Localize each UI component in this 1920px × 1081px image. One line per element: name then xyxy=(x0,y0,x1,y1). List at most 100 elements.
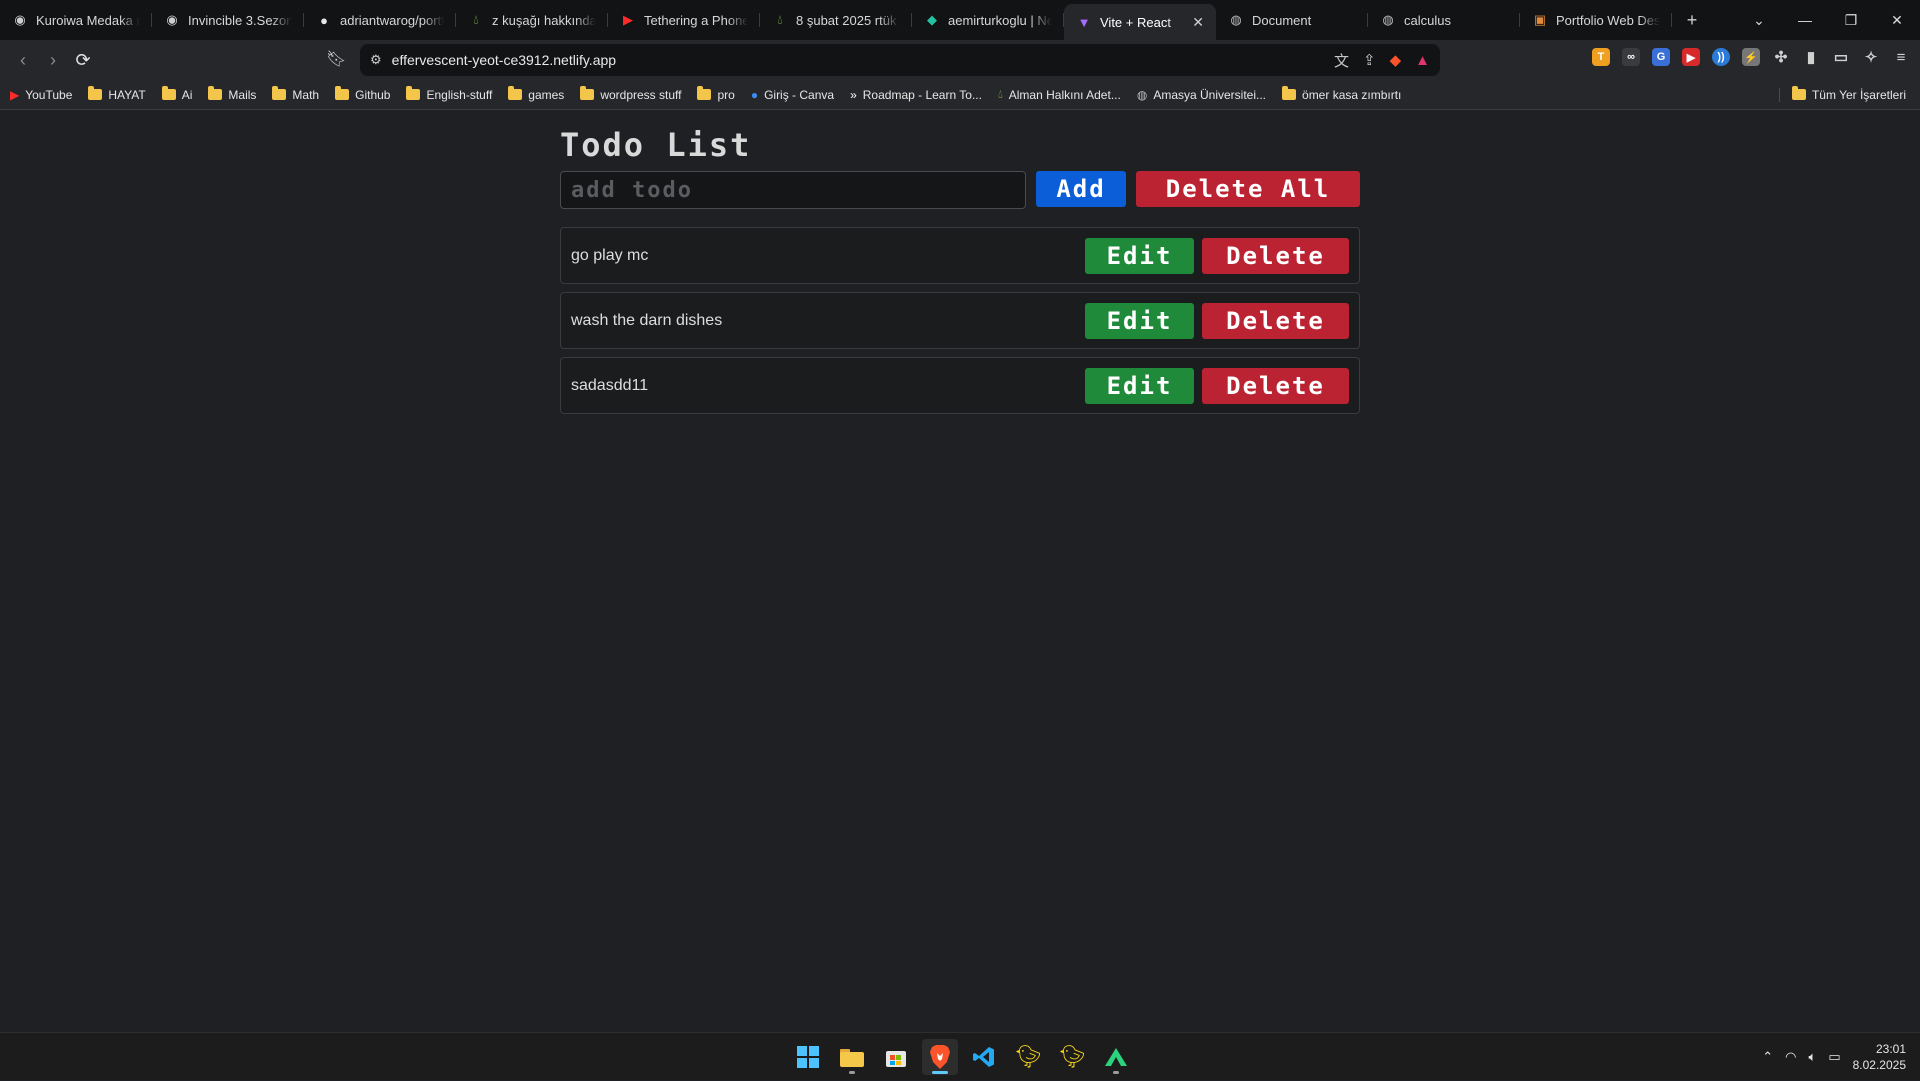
brave-shields-icon[interactable]: ◆ xyxy=(1390,51,1402,69)
folder-icon xyxy=(208,86,223,100)
close-tab-icon[interactable]: ✕ xyxy=(1192,14,1204,31)
all-bookmarks-folder[interactable]: Tüm Yer İşaretleri xyxy=(1778,86,1920,102)
volume-icon[interactable]: 🔈︎ xyxy=(1809,1049,1817,1065)
browser-tab[interactable]: ● adriantwarog/portf xyxy=(304,0,456,40)
share-icon[interactable]: ⇪ xyxy=(1363,51,1376,69)
bookmark-item[interactable]: ömer kasa zımbırtı xyxy=(1282,86,1402,102)
bookmark-item[interactable]: Ai xyxy=(161,86,193,102)
youtube-icon: ▶ xyxy=(623,12,633,27)
browser-tab[interactable]: ◆ aemirturkoglu | Net xyxy=(912,0,1064,40)
duck-app-button[interactable]: 🐤︎ xyxy=(1054,1039,1090,1075)
add-todo-input[interactable] xyxy=(560,171,1026,209)
edit-button[interactable]: Edit xyxy=(1085,302,1194,339)
delete-button[interactable]: Delete xyxy=(1202,367,1349,404)
vscode-button[interactable] xyxy=(966,1039,1002,1075)
translate-extension-icon[interactable]: G xyxy=(1652,48,1670,66)
minimize-button[interactable]: — xyxy=(1782,0,1828,40)
browser-tab[interactable]: ◍ calculus xyxy=(1368,0,1520,40)
delete-button[interactable]: Delete xyxy=(1202,237,1349,274)
github-icon: ● xyxy=(320,12,328,28)
clock-time: 23:01 xyxy=(1875,1042,1906,1056)
vscode-icon xyxy=(973,1047,994,1067)
sidebar-icon[interactable]: ▮ xyxy=(1802,48,1820,66)
folder-icon xyxy=(508,86,523,100)
show-hidden-icons-icon[interactable]: ⌃ xyxy=(1762,1049,1773,1065)
todo-item: wash the darn dishes Edit Delete xyxy=(560,292,1360,349)
bookmark-label: ömer kasa zımbırtı xyxy=(1302,87,1402,102)
youtube-icon: ▶ xyxy=(10,87,20,102)
bookmark-item[interactable]: wordpress stuff xyxy=(580,86,681,102)
bookmark-item[interactable]: Github xyxy=(335,86,390,102)
brave-browser-button[interactable] xyxy=(922,1039,958,1075)
translate-icon[interactable]: 文 xyxy=(1334,50,1349,71)
extension-icon[interactable]: ∞ xyxy=(1622,48,1640,66)
wifi-icon[interactable]: ◠ xyxy=(1785,1049,1796,1065)
vpn-app-button[interactable] xyxy=(1098,1039,1134,1075)
extension-icon[interactable]: ⚡ xyxy=(1742,48,1760,66)
browser-tab[interactable]: ◉ Invincible 3.Sezon 3 xyxy=(152,0,304,40)
globe-icon: ◍ xyxy=(1136,87,1148,102)
browser-tab[interactable]: ◍ Document xyxy=(1216,0,1368,40)
bookmark-item[interactable]: English-stuff xyxy=(406,86,492,102)
site-settings-icon[interactable]: ⚙︎ xyxy=(370,52,382,68)
add-button[interactable]: Add xyxy=(1036,171,1126,207)
netlify-icon: ◆ xyxy=(927,12,937,27)
file-explorer-button[interactable] xyxy=(834,1039,870,1075)
windows-taskbar: 🐤︎ 🐤︎ ⌃ ◠ 🔈︎ ▭ 23:01 8.02.2025 xyxy=(0,1032,1920,1080)
wallet-icon[interactable]: ▭ xyxy=(1832,48,1850,66)
browser-tab-strip: ◉ Kuroiwa Medaka ni ◉ Invincible 3.Sezon 3 ●… xyxy=(0,0,1920,40)
bookmark-page-icon[interactable]: 🔖︎ xyxy=(326,49,346,69)
delete-all-button[interactable]: Delete All xyxy=(1136,171,1360,207)
browser-tab[interactable]: 💧︎ z kuşağı hakkında n xyxy=(456,0,608,40)
start-button[interactable] xyxy=(790,1039,826,1075)
bookmark-label: HAYAT xyxy=(108,87,146,102)
extension-icon[interactable]: )) xyxy=(1712,48,1730,66)
bookmark-item[interactable]: ● Giriş - Canva xyxy=(751,88,834,102)
bookmark-item[interactable]: pro xyxy=(697,86,735,102)
clock[interactable]: 23:01 8.02.2025 xyxy=(1853,1041,1906,1073)
bookmark-label: Ai xyxy=(181,87,193,102)
folder-icon xyxy=(161,86,176,100)
bookmark-item[interactable]: games xyxy=(508,86,564,102)
bookmark-item[interactable]: Math xyxy=(272,86,320,102)
edit-button[interactable]: Edit xyxy=(1085,367,1194,404)
tab-label: adriantwarog/portf xyxy=(340,12,444,28)
browser-tab[interactable]: 💧︎ 8 şubat 2025 rtük b xyxy=(760,0,912,40)
windows-icon xyxy=(797,1046,819,1068)
browser-tab[interactable]: ▣ Portfolio Web Desi xyxy=(1520,0,1672,40)
youtube-extension-icon[interactable]: ▶ xyxy=(1682,48,1700,66)
bookmark-item[interactable]: » Roadmap - Learn To... xyxy=(850,88,982,102)
todo-item: go play mc Edit Delete xyxy=(560,227,1360,284)
duck-app-button[interactable]: 🐤︎ xyxy=(1010,1039,1046,1075)
brave-icon xyxy=(930,1045,950,1069)
extensions-puzzle-icon[interactable]: ✣ xyxy=(1772,48,1790,66)
browser-tab[interactable]: ◉ Kuroiwa Medaka ni xyxy=(0,0,152,40)
extension-icon[interactable]: T xyxy=(1592,48,1610,66)
delete-button[interactable]: Delete xyxy=(1202,302,1349,339)
menu-icon[interactable]: ≡ xyxy=(1892,48,1910,66)
bookmark-label: Math xyxy=(292,87,320,102)
microsoft-store-button[interactable] xyxy=(878,1039,914,1075)
brave-rewards-icon[interactable]: ▲ xyxy=(1415,52,1430,69)
address-bar[interactable]: ⚙︎ effervescent-yeot-ce3912.netlify.app … xyxy=(360,44,1440,76)
browser-tab[interactable]: ▶ Tethering a Phone t xyxy=(608,0,760,40)
bookmark-item[interactable]: Mails xyxy=(208,86,256,102)
close-window-button[interactable]: ✕ xyxy=(1874,0,1920,40)
tab-label: Invincible 3.Sezon 3 xyxy=(188,12,292,28)
new-tab-button[interactable]: + xyxy=(1672,0,1712,40)
bookmark-item[interactable]: ◍ Amasya Üniversitei... xyxy=(1137,88,1266,102)
battery-icon[interactable]: ▭ xyxy=(1828,1049,1840,1065)
restore-button[interactable]: ❐ xyxy=(1828,0,1874,40)
browser-tab[interactable]: ▼ Vite + React ✕ xyxy=(1064,4,1216,40)
edit-button[interactable]: Edit xyxy=(1085,237,1194,274)
leo-ai-icon[interactable]: ✧ xyxy=(1862,48,1880,66)
bookmark-item[interactable]: 💧︎ Alman Halkını Adet... xyxy=(998,87,1121,102)
url-text[interactable]: effervescent-yeot-ce3912.netlify.app xyxy=(392,52,1324,68)
back-button[interactable]: ‹ xyxy=(8,45,38,75)
forward-button[interactable]: › xyxy=(38,45,68,75)
bookmark-item[interactable]: ▶ YouTube xyxy=(10,88,72,102)
folder-icon xyxy=(697,86,712,100)
reload-button[interactable]: ⟳ xyxy=(68,45,98,75)
bookmark-item[interactable]: HAYAT xyxy=(88,86,146,102)
tab-search-button[interactable]: ⌄ xyxy=(1736,0,1782,40)
